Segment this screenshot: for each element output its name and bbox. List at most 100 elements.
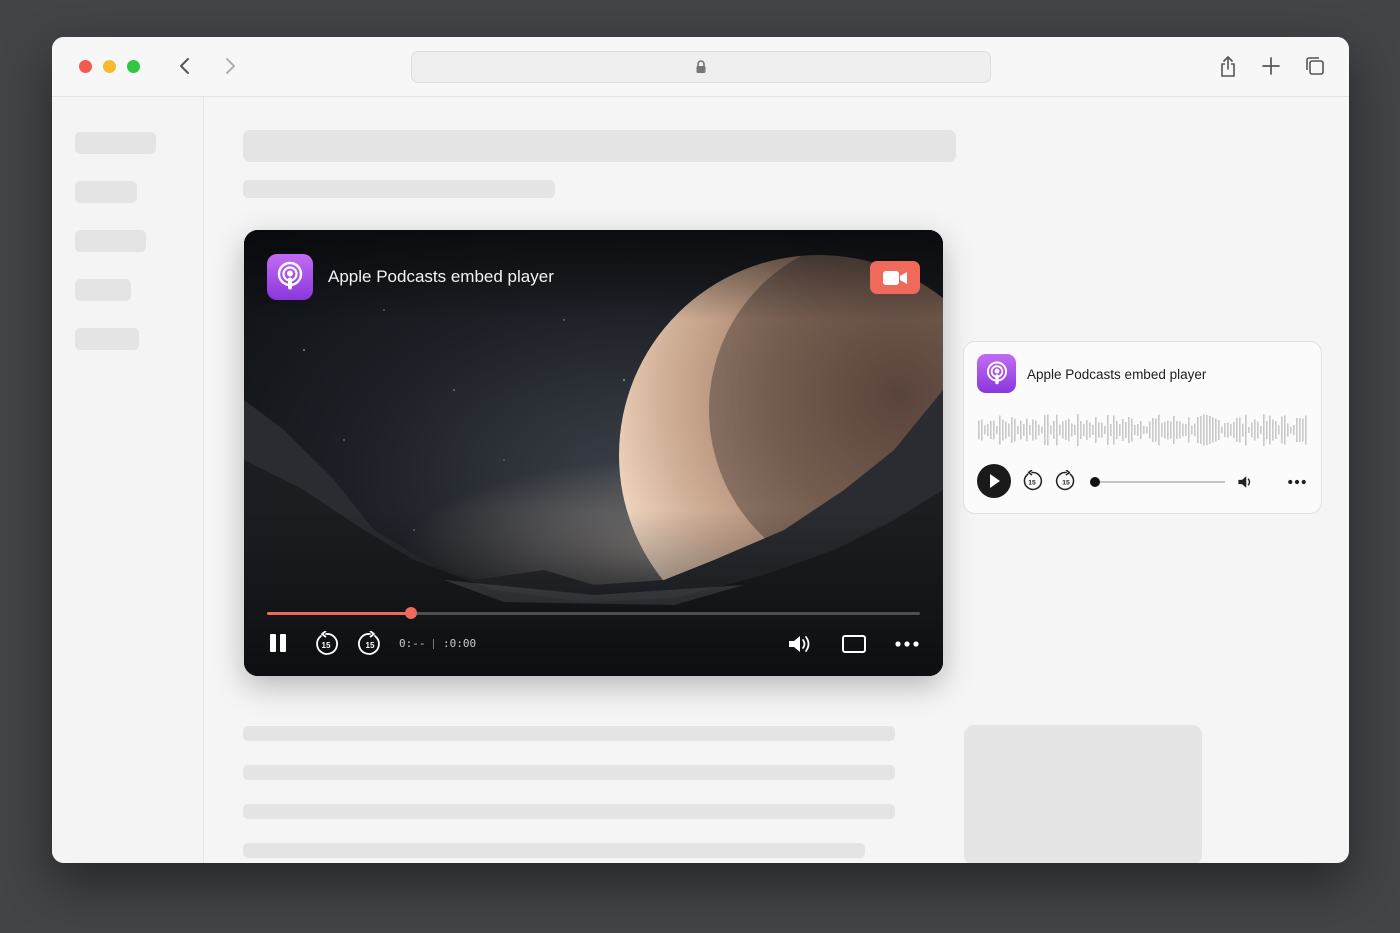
waveform-bar bbox=[1026, 418, 1028, 442]
skip-back-button[interactable]: 15 bbox=[313, 631, 339, 657]
waveform-bar bbox=[1299, 418, 1301, 442]
waveform-bar bbox=[1236, 418, 1238, 442]
waveform-bar bbox=[1053, 421, 1055, 439]
waveform-bar bbox=[1032, 419, 1034, 441]
waveform-bar bbox=[1089, 422, 1091, 438]
waveform-bar bbox=[1083, 424, 1085, 436]
screen-mode-button[interactable] bbox=[840, 632, 868, 656]
waveform-bar bbox=[1278, 425, 1280, 435]
pause-button[interactable] bbox=[266, 631, 290, 655]
skip-forward-15-icon: 15 bbox=[1055, 470, 1075, 491]
tabs-overview-button[interactable] bbox=[1304, 55, 1326, 77]
waveform-bar bbox=[1218, 420, 1220, 440]
podcast-audio-player: Apple Podcasts embed player 15 15 bbox=[963, 341, 1322, 514]
waveform-bar bbox=[1164, 421, 1166, 439]
waveform-bar bbox=[1119, 424, 1121, 436]
waveform-bar bbox=[1260, 426, 1262, 434]
waveform-bar bbox=[1230, 424, 1232, 436]
waveform-bar bbox=[1134, 425, 1136, 435]
forward-button[interactable] bbox=[219, 55, 241, 77]
waveform-bar bbox=[1149, 421, 1151, 439]
sidebar-placeholder bbox=[75, 279, 131, 301]
waveform-bar bbox=[1128, 417, 1130, 443]
waveform-bar bbox=[990, 421, 992, 439]
video-progress-bar[interactable] bbox=[267, 607, 920, 619]
video-progress-fill bbox=[267, 612, 411, 615]
waveform-bar bbox=[1005, 421, 1007, 439]
waveform-bar bbox=[978, 420, 980, 440]
subheadline-placeholder bbox=[243, 180, 555, 198]
waveform-bar bbox=[1086, 420, 1088, 440]
waveform-bar bbox=[1023, 424, 1025, 436]
waveform-bar bbox=[1191, 425, 1193, 435]
waveform-bar bbox=[1197, 417, 1199, 443]
waveform-bar bbox=[1158, 414, 1160, 446]
zoom-window-button[interactable] bbox=[127, 60, 140, 73]
waveform-bar bbox=[1116, 421, 1118, 439]
lock-icon bbox=[696, 60, 706, 73]
waveform-bar bbox=[1287, 423, 1289, 437]
share-button[interactable] bbox=[1217, 55, 1239, 79]
waveform[interactable] bbox=[978, 412, 1308, 448]
audio-progress-knob[interactable] bbox=[1090, 477, 1100, 487]
more-options-button[interactable] bbox=[1286, 476, 1308, 488]
waveform-bar bbox=[1104, 426, 1106, 434]
address-bar[interactable] bbox=[411, 51, 991, 83]
share-icon bbox=[1221, 56, 1235, 77]
waveform-bar bbox=[1185, 424, 1187, 436]
waveform-bar bbox=[1113, 415, 1115, 445]
new-tab-button[interactable] bbox=[1260, 55, 1282, 77]
waveform-bar bbox=[1008, 423, 1010, 437]
waveform-bar bbox=[1029, 425, 1031, 435]
waveform-bar bbox=[996, 426, 998, 434]
minimize-window-button[interactable] bbox=[103, 60, 116, 73]
video-camera-button[interactable] bbox=[870, 261, 920, 294]
waveform-bar bbox=[1281, 416, 1283, 444]
chevron-left-icon bbox=[180, 58, 189, 74]
waveform-bar bbox=[1062, 421, 1064, 439]
waveform-bar bbox=[1074, 425, 1076, 435]
waveform-bar bbox=[1224, 423, 1226, 437]
sidebar-placeholder bbox=[75, 132, 156, 154]
waveform-bar bbox=[1080, 421, 1082, 439]
waveform-bar bbox=[1239, 417, 1241, 443]
waveform-bar bbox=[1305, 415, 1307, 445]
volume-button[interactable] bbox=[787, 631, 815, 657]
waveform-bar bbox=[1266, 421, 1268, 439]
plus-icon bbox=[1262, 57, 1280, 75]
waveform-bar bbox=[1131, 418, 1133, 442]
play-button[interactable] bbox=[977, 464, 1011, 498]
video-progress-knob[interactable] bbox=[404, 607, 417, 619]
waveform-bar bbox=[1269, 415, 1271, 445]
volume-button[interactable] bbox=[1236, 473, 1258, 491]
waveform-bar bbox=[1182, 423, 1184, 437]
duration-time: :0:00 bbox=[443, 637, 477, 650]
waveform-bar bbox=[1254, 419, 1256, 441]
skip-back-label: 15 bbox=[322, 641, 331, 650]
back-button[interactable] bbox=[174, 55, 196, 77]
waveform-bar bbox=[1152, 418, 1154, 442]
pause-icon bbox=[270, 634, 286, 652]
podcasts-app-icon bbox=[977, 354, 1016, 393]
waveform-bar bbox=[1212, 417, 1214, 443]
waveform-bar bbox=[1242, 423, 1244, 437]
waveform-bar bbox=[1293, 425, 1295, 435]
waveform-bar bbox=[1059, 424, 1061, 436]
more-options-button[interactable] bbox=[893, 632, 921, 656]
waveform-bar bbox=[1011, 417, 1013, 443]
waveform-bar bbox=[993, 420, 995, 440]
skip-forward-button[interactable]: 15 bbox=[357, 631, 383, 657]
waveform-bar bbox=[1227, 422, 1229, 438]
skip-forward-button[interactable]: 15 bbox=[1055, 470, 1077, 492]
waveform-bar bbox=[1140, 421, 1142, 439]
waveform-bar bbox=[1233, 422, 1235, 438]
close-window-button[interactable] bbox=[79, 60, 92, 73]
skip-back-button[interactable]: 15 bbox=[1021, 470, 1043, 492]
audio-progress-bar[interactable] bbox=[1090, 477, 1225, 487]
waveform-bar bbox=[1020, 420, 1022, 440]
skip-forward-label: 15 bbox=[366, 641, 375, 650]
waveform-bar bbox=[1068, 418, 1070, 442]
waveform-bar bbox=[1146, 426, 1148, 434]
sidebar-placeholder bbox=[75, 230, 146, 252]
waveform-bar bbox=[1194, 423, 1196, 437]
